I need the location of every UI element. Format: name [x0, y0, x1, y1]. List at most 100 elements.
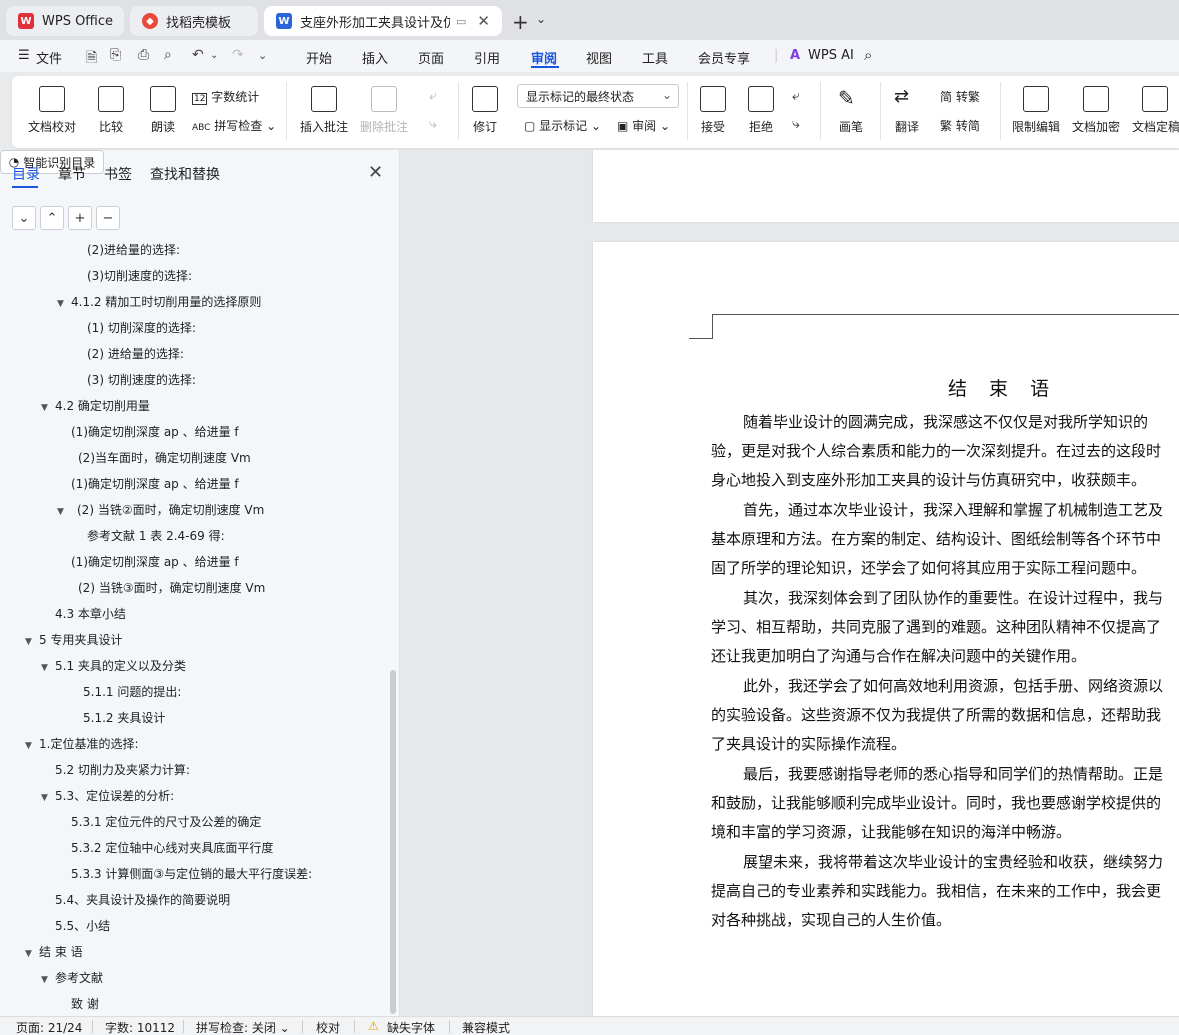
toc-item[interactable]: 5.5、小结	[55, 917, 110, 934]
undo-icon[interactable]: ↶	[192, 47, 204, 63]
toc-item[interactable]: (1)确定切削深度 ap 、给进量 f	[71, 475, 239, 492]
save-icon[interactable]: 🗎	[86, 47, 97, 71]
toc-item[interactable]: ▼ 1.定位基准的选择:	[25, 735, 139, 752]
close-pane-icon[interactable]: ✕	[368, 162, 383, 183]
toc-item[interactable]: 致 谢	[71, 995, 99, 1012]
expand-triangle-icon[interactable]: ▼	[25, 637, 39, 647]
next-change-icon[interactable]: ⤷	[792, 116, 800, 132]
next-comment-icon[interactable]: ⤷	[429, 116, 437, 132]
menu-insert[interactable]: 插入	[362, 48, 388, 67]
collapse-down-icon[interactable]: ⌄	[12, 206, 36, 230]
print-icon[interactable]: ⎙	[138, 47, 149, 63]
toc-item[interactable]: 5.1.1 问题的提出:	[83, 683, 181, 700]
compare-button[interactable]: 比较	[98, 86, 124, 135]
toc-item[interactable]: 5.1.2 夹具设计	[83, 709, 165, 726]
expand-triangle-icon[interactable]: ▼	[41, 403, 55, 413]
print-preview-icon[interactable]: ⌕	[164, 47, 172, 63]
page-indicator[interactable]: 页面: 21/24	[16, 1019, 82, 1035]
menu-review[interactable]: 审阅	[531, 48, 557, 67]
expand-triangle-icon[interactable]: ▼	[41, 663, 55, 673]
show-markup-button[interactable]: ▢ 显示标记 ⌄	[524, 117, 601, 134]
prev-change-icon[interactable]: ⤶	[792, 88, 800, 104]
spell-check-button[interactable]: ABC 拼写检查 ⌄	[192, 117, 276, 134]
menu-wps-ai[interactable]: WPS AI	[808, 48, 854, 63]
current-page[interactable]: 结 束 语 随着毕业设计的圆满完成，我深感这不仅仅是对我所学知识的 验，更是对我…	[593, 242, 1179, 1016]
pen-button[interactable]: ✎ 画笔	[838, 86, 864, 135]
new-tab-plus-icon[interactable]: +	[512, 10, 529, 34]
toc-item[interactable]: 5.3.2 定位轴中心线对夹具底面平行度	[71, 839, 273, 856]
tab-document[interactable]: W 支座外形加工夹具设计及仿真 ▭ ✕	[264, 6, 502, 36]
toc-item[interactable]: (2)当车面时，确定切削速度 Vm	[78, 449, 251, 466]
delete-comment-button[interactable]: 删除批注	[360, 86, 408, 135]
word-count-button[interactable]: 12 字数统计	[192, 88, 259, 105]
menu-file[interactable]: 文件	[36, 48, 62, 67]
markup-state-select[interactable]: 显示标记的最终状态 ⌄	[517, 84, 679, 108]
toc-scrollbar[interactable]	[390, 670, 396, 1014]
proofread-button[interactable]: 文档校对	[28, 86, 76, 135]
menu-start[interactable]: 开始	[306, 48, 332, 67]
expand-triangle-icon[interactable]: ▼	[25, 741, 39, 751]
toc-item[interactable]: 参考文献 1 表 2.4-69 得:	[87, 527, 225, 544]
toc-item[interactable]: (3)切削速度的选择:	[87, 267, 192, 284]
export-pdf-icon[interactable]: ⎘	[110, 47, 121, 63]
reject-button[interactable]: 拒绝	[748, 86, 774, 135]
to-traditional-button[interactable]: 简 转繁	[940, 88, 980, 105]
toc-item[interactable]: (1)确定切削深度 ap 、给进量 f	[71, 423, 239, 440]
toc-item[interactable]: ▼ 5.1 夹具的定义以及分类	[41, 657, 186, 674]
toc-item[interactable]: ▼ 4.1.2 精加工时切削用量的选择原则	[57, 293, 261, 310]
toc-item[interactable]: (2) 进给量的选择:	[87, 345, 184, 362]
nav-tab-chapters[interactable]: 章节	[58, 164, 86, 184]
review-pane-button[interactable]: ▣ 审阅 ⌄	[617, 117, 670, 134]
expand-triangle-icon[interactable]: ▼	[57, 299, 71, 309]
menu-view[interactable]: 视图	[586, 48, 612, 67]
toc-item[interactable]: 5.4、夹具设计及操作的简要说明	[55, 891, 230, 908]
toc-item[interactable]: ▼ 5 专用夹具设计	[25, 631, 122, 648]
prev-comment-icon[interactable]: ⤶	[429, 88, 437, 104]
expand-triangle-icon[interactable]: ▼	[57, 507, 71, 517]
tab-wps-office[interactable]: W WPS Office	[6, 6, 124, 36]
toc-item[interactable]: (2) 当铣③面时，确定切削速度 Vm	[78, 579, 265, 596]
more-quick-icon[interactable]: ⌄	[258, 49, 267, 62]
toc-item[interactable]: (1) 切削深度的选择:	[87, 319, 196, 336]
expand-triangle-icon[interactable]: ▼	[41, 975, 55, 985]
menu-tools[interactable]: 工具	[642, 48, 668, 67]
toc-item[interactable]: 5.3.1 定位元件的尺寸及公差的确定	[71, 813, 261, 830]
expand-triangle-icon[interactable]: ▼	[41, 793, 55, 803]
redo-icon[interactable]: ↷	[232, 47, 244, 63]
expand-triangle-icon[interactable]: ▼	[25, 949, 39, 959]
word-count-indicator[interactable]: 字数: 10112	[105, 1019, 175, 1035]
menu-member[interactable]: 会员专享	[698, 48, 750, 67]
to-simplified-button[interactable]: 繁 转简	[940, 117, 980, 134]
close-tab-icon[interactable]: ✕	[477, 12, 490, 30]
undo-dropdown-icon[interactable]: ⌄	[210, 50, 218, 61]
expand-up-icon[interactable]: ⌃	[40, 206, 64, 230]
toc-item[interactable]: 5.3.3 计算侧面③与定位销的最大平行度误差:	[71, 865, 312, 882]
search-icon[interactable]: ⌕	[864, 46, 872, 64]
toc-item[interactable]: ▼ 参考文献	[41, 969, 103, 986]
missing-font-status[interactable]: 缺失字体	[387, 1019, 435, 1035]
menu-reference[interactable]: 引用	[474, 48, 500, 67]
menu-page[interactable]: 页面	[418, 48, 444, 67]
toc-item[interactable]: ▼ (2) 当铣②面时，确定切削速度 Vm	[57, 501, 264, 518]
tab-templates[interactable]: ◆ 找稻壳模板	[130, 6, 258, 36]
restrict-edit-button[interactable]: 限制编辑	[1012, 86, 1060, 135]
nav-tab-find-replace[interactable]: 查找和替换	[150, 164, 220, 184]
encrypt-button[interactable]: 文档加密	[1072, 86, 1120, 135]
toc-item[interactable]: (1)确定切削深度 ap 、给进量 f	[71, 553, 239, 570]
spell-check-status[interactable]: 拼写检查: 关闭 ⌄	[196, 1019, 290, 1035]
accept-button[interactable]: 接受	[700, 86, 726, 135]
translate-button[interactable]: ⇄ 翻译	[894, 86, 920, 135]
remove-heading-icon[interactable]: −	[96, 206, 120, 230]
toc-item[interactable]: 4.3 本章小结	[55, 605, 126, 622]
nav-tab-bookmarks[interactable]: 书签	[104, 164, 132, 184]
proof-status[interactable]: 校对	[316, 1019, 340, 1035]
toc-item[interactable]: 5.2 切削力及夹紧力计算:	[55, 761, 190, 778]
finalize-button[interactable]: 文档定稿	[1132, 86, 1179, 135]
insert-comment-button[interactable]: 插入批注	[300, 86, 348, 135]
hamburger-icon[interactable]: ☰	[18, 48, 30, 63]
toc-item[interactable]: ▼ 4.2 确定切削用量	[41, 397, 150, 414]
toc-item[interactable]: (3) 切削速度的选择:	[87, 371, 196, 388]
read-aloud-button[interactable]: 朗读	[150, 86, 176, 135]
track-changes-button[interactable]: 修订	[472, 86, 498, 135]
tab-list-chevron-icon[interactable]: ⌄	[536, 12, 546, 26]
